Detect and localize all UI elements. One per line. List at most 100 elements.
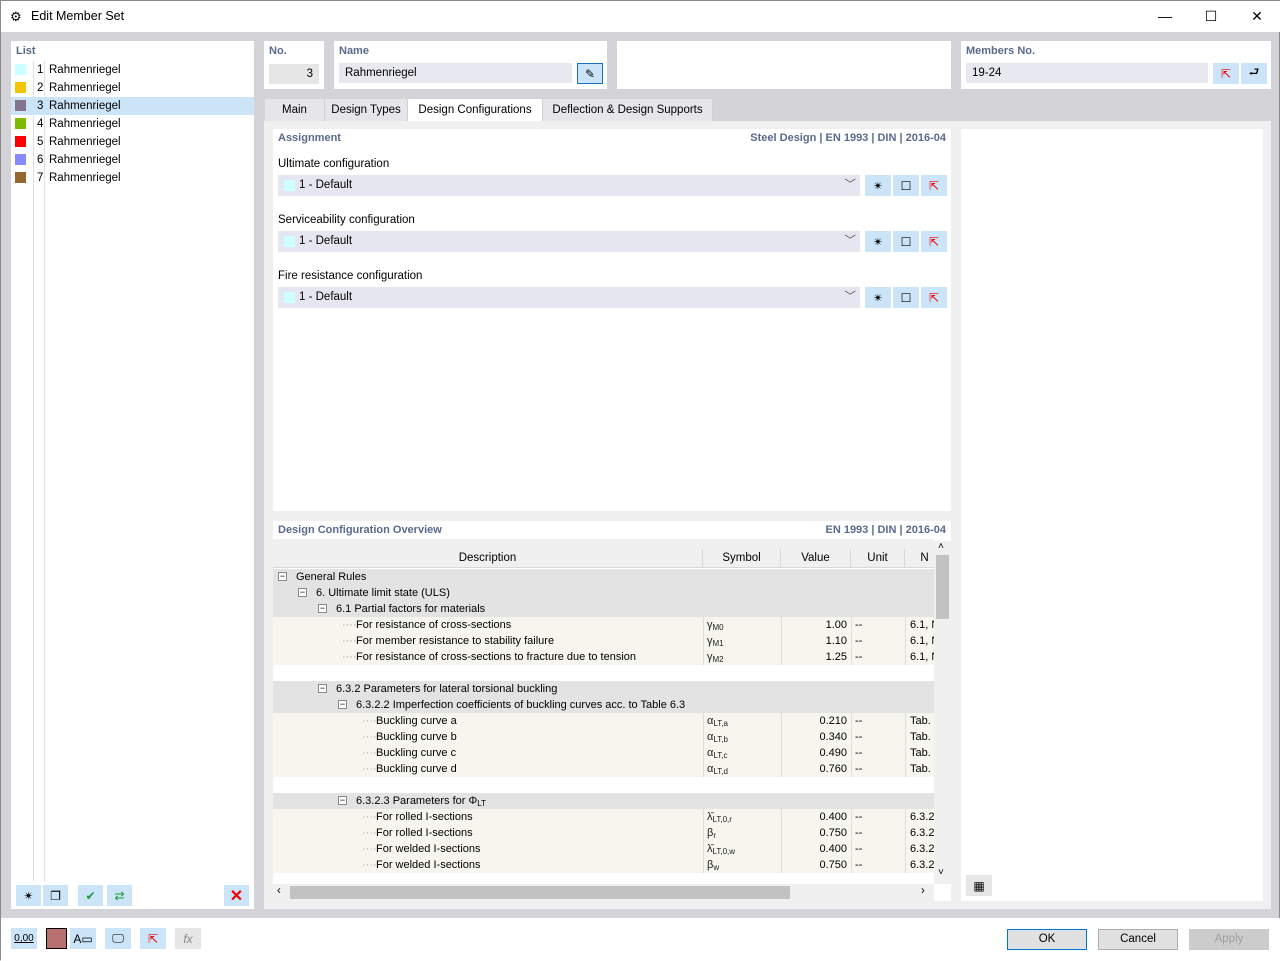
tab-design-configurations[interactable]: Design Configurations (408, 99, 543, 121)
edit-name-button[interactable]: ✎ (577, 63, 603, 84)
table-row[interactable]: −6. Ultimate limit state (ULS) (273, 585, 934, 601)
config-select[interactable]: 1 - Default ﹀ (278, 287, 860, 308)
vertical-scroll-thumb[interactable] (936, 555, 949, 619)
row-value[interactable]: 0.490 (781, 745, 847, 761)
new-config-icon[interactable]: ✴ (865, 287, 891, 308)
table-row[interactable]: − General Rules (273, 569, 934, 585)
edit-config-icon[interactable]: ☐ (893, 231, 919, 252)
new-config-icon[interactable]: ✴ (865, 231, 891, 252)
column-header[interactable]: Unit (851, 549, 905, 568)
collapse-icon[interactable]: − (318, 684, 327, 693)
color-button[interactable] (46, 928, 67, 949)
units-decimals-button[interactable]: 0,00 (11, 928, 37, 949)
table-row[interactable]: ···· For welded I-sections βw 0.750 -- 6.3… (273, 857, 934, 873)
row-value[interactable]: 0.340 (781, 729, 847, 745)
pick-members-icon[interactable]: ⇱ (1213, 63, 1239, 84)
select-config-icon[interactable]: ⇱ (921, 231, 947, 252)
table-row[interactable]: ···· For rolled I-sections βr 0.750 -- 6.3… (273, 825, 934, 841)
apply-button[interactable]: Apply (1189, 929, 1269, 950)
list-item[interactable]: 7 Rahmenriegel (11, 169, 254, 187)
number-field[interactable]: 3 (269, 64, 319, 84)
select-config-icon[interactable]: ⇱ (921, 175, 947, 196)
table-row[interactable]: ···· For welded I-sections λ̄LT,0,w 0.400 … (273, 841, 934, 857)
row-note: Tab. (910, 747, 931, 759)
horizontal-scroll-thumb[interactable] (290, 886, 790, 899)
view-icon[interactable]: 🖵 (105, 928, 131, 949)
table-row[interactable]: ···· Buckling curve d αLT,d 0.760 -- Tab. (273, 761, 934, 777)
table-row[interactable]: ···· For resistance of cross-sections γM0 … (273, 617, 934, 633)
new-set-button[interactable]: ✴ (16, 885, 41, 906)
select-config-icon[interactable]: ⇱ (921, 287, 947, 308)
row-value[interactable]: 0.210 (781, 713, 847, 729)
config-select[interactable]: 1 - Default ﹀ (278, 231, 860, 252)
check-all-button[interactable]: ✔ (78, 885, 103, 906)
column-header[interactable]: Description (273, 549, 703, 568)
list-item[interactable]: 1 Rahmenriegel (11, 61, 254, 79)
ok-button[interactable]: OK (1007, 929, 1087, 950)
formula-icon[interactable]: fx (175, 928, 201, 949)
minimize-button[interactable]: — (1142, 1, 1188, 31)
collapse-icon[interactable]: − (338, 796, 347, 805)
row-value[interactable]: 0.400 (781, 841, 847, 857)
maximize-button[interactable]: ☐ (1188, 1, 1234, 31)
table-row[interactable] (273, 777, 934, 793)
column-header[interactable]: Value (781, 549, 851, 568)
table-row[interactable]: −6.3.2 Parameters for lateral torsional … (273, 681, 934, 697)
row-value[interactable]: 0.400 (781, 809, 847, 825)
toggle-check-button[interactable]: ⇄ (107, 885, 132, 906)
list-item-number: 3 (37, 100, 44, 112)
table-row[interactable]: ···· For rolled I-sections λ̄LT,0,r 0.400 … (273, 809, 934, 825)
close-button[interactable]: ✕ (1234, 1, 1280, 31)
display-properties-icon[interactable]: A▭ (70, 928, 96, 949)
row-value[interactable]: 1.25 (781, 649, 847, 665)
preview-options-icon[interactable]: ▦ (966, 875, 992, 896)
delete-button[interactable]: ✕ (224, 885, 249, 906)
table-row[interactable]: ···· Buckling curve b αLT,b 0.340 -- Tab. (273, 729, 934, 745)
members-panel: Members No. 19-24 ⇱ ⮐ (961, 41, 1271, 89)
collapse-icon[interactable]: − (338, 700, 347, 709)
tab-design-types[interactable]: Design Types (325, 99, 408, 121)
row-description: Buckling curve a (376, 715, 457, 727)
horizontal-scrollbar[interactable]: ‹ › (273, 884, 934, 901)
list-item[interactable]: 2 Rahmenriegel (11, 79, 254, 97)
collapse-icon[interactable]: − (318, 604, 327, 613)
table-row[interactable]: −6.1 Partial factors for materials (273, 601, 934, 617)
column-header[interactable]: N (905, 549, 934, 568)
collapse-icon[interactable]: − (298, 588, 307, 597)
edit-config-icon[interactable]: ☐ (893, 287, 919, 308)
list-item[interactable]: 6 Rahmenriegel (11, 151, 254, 169)
tab-deflection-design-supports[interactable]: Deflection & Design Supports (543, 99, 713, 121)
members-field[interactable]: 19-24 (966, 63, 1208, 83)
tab-main[interactable]: Main (265, 99, 325, 121)
table-row[interactable]: −6.3.2.3 Parameters for ΦLT (273, 793, 934, 809)
table-row[interactable]: ···· Buckling curve a αLT,a 0.210 -- Tab. (273, 713, 934, 729)
row-value[interactable]: 0.750 (781, 857, 847, 873)
table-row[interactable]: −6.3.2.2 Imperfection coefficients of bu… (273, 697, 934, 713)
edit-config-icon[interactable]: ☐ (893, 175, 919, 196)
row-value[interactable]: 1.00 (781, 617, 847, 633)
row-unit: -- (855, 763, 863, 775)
vertical-scrollbar[interactable]: ˄ ˅ (934, 541, 951, 884)
list-item[interactable]: 4 Rahmenriegel (11, 115, 254, 133)
collapse-icon[interactable]: − (278, 572, 287, 581)
list-item[interactable]: 3 Rahmenriegel (11, 97, 254, 115)
number-panel: No. 3 (264, 41, 324, 89)
row-description: Buckling curve d (376, 763, 457, 775)
list-item[interactable]: 5 Rahmenriegel (11, 133, 254, 151)
table-row[interactable]: ···· For member resistance to stability f… (273, 633, 934, 649)
cancel-button[interactable]: Cancel (1098, 929, 1178, 950)
row-value[interactable]: 0.760 (781, 761, 847, 777)
return-icon[interactable]: ⮐ (1241, 63, 1267, 84)
name-field[interactable]: Rahmenriegel (339, 63, 572, 83)
table-row[interactable] (273, 665, 934, 681)
config-select[interactable]: 1 - Default ﹀ (278, 175, 860, 196)
new-config-icon[interactable]: ✴ (865, 175, 891, 196)
row-value[interactable]: 1.10 (781, 633, 847, 649)
select-objects-icon[interactable]: ⇱ (140, 928, 166, 949)
column-header[interactable]: Symbol (703, 549, 781, 568)
row-value[interactable]: 0.750 (781, 825, 847, 841)
table-row[interactable]: ···· For resistance of cross-sections to … (273, 649, 934, 665)
table-row[interactable]: ···· Buckling curve c αLT,c 0.490 -- Tab. (273, 745, 934, 761)
row-unit: -- (855, 635, 863, 647)
copy-set-button[interactable]: ❐ (43, 885, 68, 906)
